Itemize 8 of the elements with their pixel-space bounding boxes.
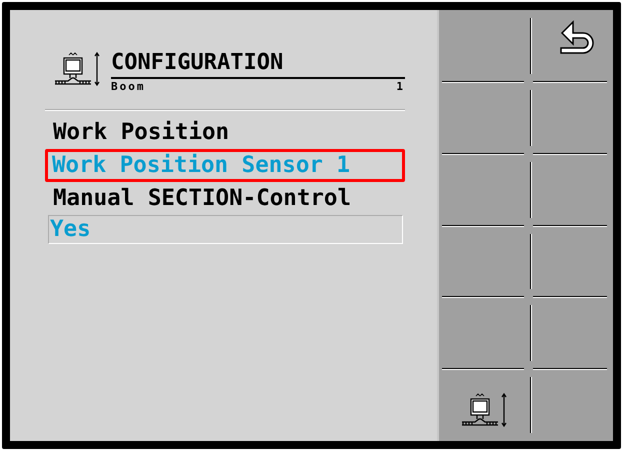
parameter-label: Manual SECTION-Control	[52, 184, 352, 213]
parameter-label: Work Position	[52, 118, 230, 147]
screen-title: CONFIGURATION	[111, 50, 405, 79]
boom-number: 1	[396, 79, 405, 95]
parameter-value[interactable]: Yes	[48, 215, 403, 244]
boom-icon	[460, 391, 510, 429]
boom-label: Boom	[111, 79, 146, 95]
parameter-value[interactable]: Work Position Sensor 1	[45, 149, 405, 182]
